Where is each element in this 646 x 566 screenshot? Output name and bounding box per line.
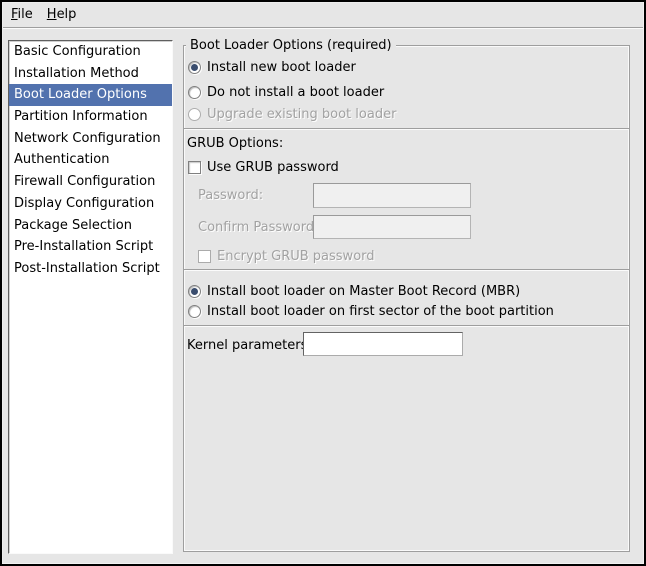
radio-label: Do not install a boot loader bbox=[207, 85, 384, 100]
menu-help[interactable]: Help bbox=[40, 4, 84, 25]
radio-install-on-mbr[interactable]: Install boot loader on Master Boot Recor… bbox=[188, 283, 520, 299]
sidebar-item-firewall-configuration[interactable]: Firewall Configuration bbox=[9, 171, 172, 193]
radio-install-new-boot-loader[interactable]: Install new boot loader bbox=[188, 59, 356, 75]
sidebar-item-installation-method[interactable]: Installation Method bbox=[9, 63, 172, 85]
radio-label: Install boot loader on Master Boot Recor… bbox=[207, 284, 520, 299]
sidebar-item-package-selection[interactable]: Package Selection bbox=[9, 215, 172, 237]
kernel-parameters-input[interactable] bbox=[303, 332, 463, 356]
checkbox-label: Use GRUB password bbox=[207, 160, 339, 175]
radio-selected-icon bbox=[188, 285, 201, 298]
radio-label: Install new boot loader bbox=[207, 60, 356, 75]
menu-file[interactable]: File bbox=[4, 4, 40, 25]
frame-title: Boot Loader Options (required) bbox=[186, 38, 396, 53]
grub-options-label: GRUB Options: bbox=[187, 136, 283, 152]
section-list: Basic Configuration Installation Method … bbox=[8, 40, 173, 554]
confirm-password-field bbox=[313, 215, 471, 239]
radio-do-not-install-boot-loader[interactable]: Do not install a boot loader bbox=[188, 84, 384, 100]
radio-install-on-first-sector[interactable]: Install boot loader on first sector of t… bbox=[188, 303, 554, 319]
sidebar-item-network-configuration[interactable]: Network Configuration bbox=[9, 128, 172, 150]
radio-unselected-icon bbox=[188, 86, 201, 99]
radio-unselected-icon bbox=[188, 305, 201, 318]
sidebar-item-post-installation-script[interactable]: Post-Installation Script bbox=[9, 258, 172, 280]
sidebar-item-basic-configuration[interactable]: Basic Configuration bbox=[9, 41, 172, 63]
password-label: Password: bbox=[198, 188, 263, 204]
sidebar-item-display-configuration[interactable]: Display Configuration bbox=[9, 193, 172, 215]
checkbox-encrypt-grub-password: Encrypt GRUB password bbox=[198, 248, 375, 264]
kernel-parameters-label: Kernel parameters: bbox=[187, 338, 312, 354]
sidebar-item-boot-loader-options[interactable]: Boot Loader Options bbox=[9, 84, 172, 106]
radio-upgrade-existing-boot-loader: Upgrade existing boot loader bbox=[188, 106, 396, 122]
separator bbox=[184, 128, 629, 130]
radio-label: Upgrade existing boot loader bbox=[207, 107, 396, 122]
checkbox-icon bbox=[188, 161, 201, 174]
checkbox-use-grub-password[interactable]: Use GRUB password bbox=[188, 159, 339, 175]
separator bbox=[184, 325, 629, 327]
confirm-password-label: Confirm Password: bbox=[198, 220, 318, 236]
sidebar-item-partition-information[interactable]: Partition Information bbox=[9, 106, 172, 128]
menu-bar: File Help bbox=[2, 2, 644, 28]
sidebar-item-pre-installation-script[interactable]: Pre-Installation Script bbox=[9, 236, 172, 258]
checkbox-label: Encrypt GRUB password bbox=[217, 249, 375, 264]
password-field bbox=[313, 183, 471, 208]
radio-disabled-icon bbox=[188, 108, 201, 121]
radio-selected-icon bbox=[188, 61, 201, 74]
separator bbox=[184, 269, 629, 271]
radio-label: Install boot loader on first sector of t… bbox=[207, 304, 554, 319]
sidebar-item-authentication[interactable]: Authentication bbox=[9, 149, 172, 171]
checkbox-disabled-icon bbox=[198, 250, 211, 263]
